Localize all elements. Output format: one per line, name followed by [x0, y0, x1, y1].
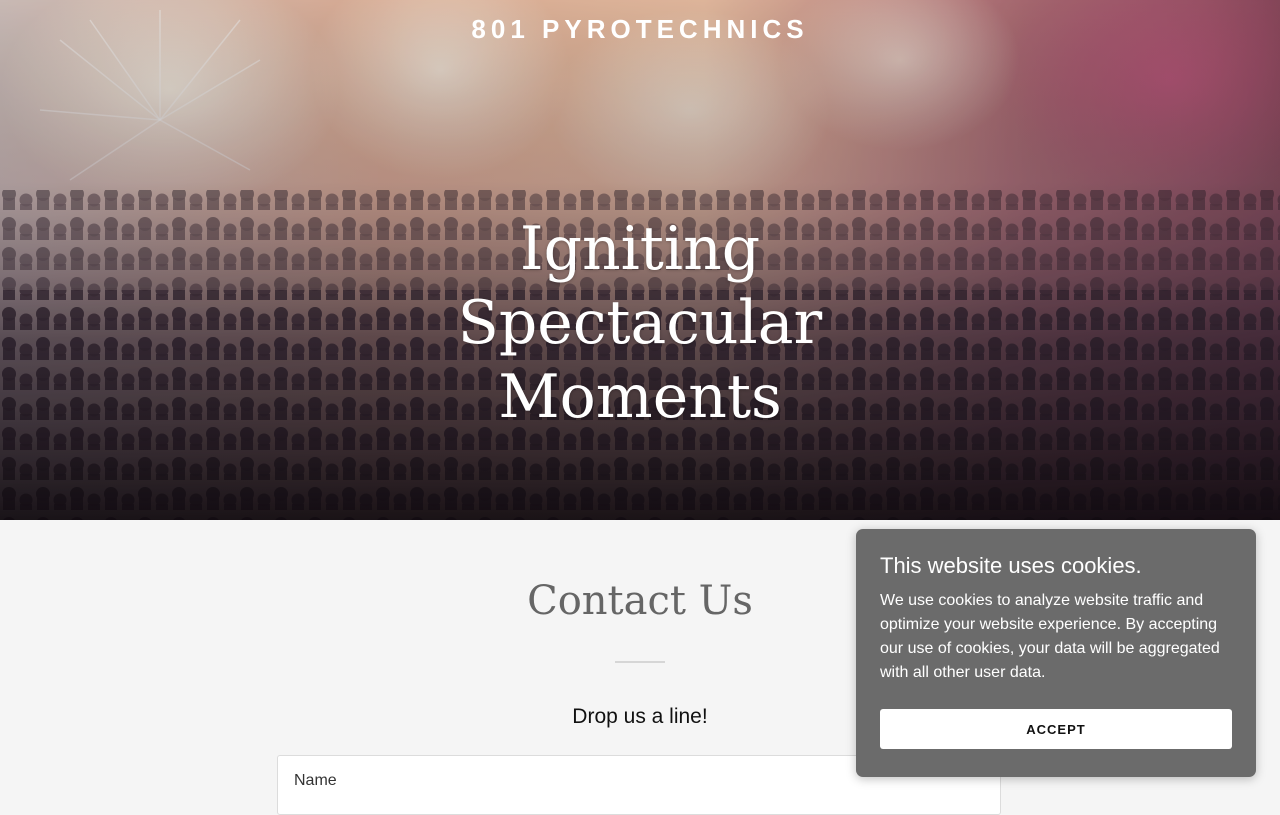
cookie-title: This website uses cookies. — [880, 553, 1142, 578]
section-divider — [615, 661, 665, 663]
hero-heading: Igniting Spectacular Moments — [340, 212, 940, 434]
site-title[interactable]: 801 PYROTECHNICS — [0, 14, 1280, 45]
hero-heading-line-1: Igniting Spectacular — [457, 214, 823, 358]
name-field-label: Name — [294, 772, 337, 789]
accept-cookies-button[interactable]: ACCEPT — [880, 709, 1232, 749]
hero-section: 801 PYROTECHNICS Igniting Spectacular Mo… — [0, 0, 1280, 520]
cookie-consent-popup: This website uses cookies. We use cookie… — [856, 529, 1256, 777]
cookie-text: We use cookies to analyze website traffi… — [880, 592, 1220, 681]
hero-heading-line-2: Moments — [498, 362, 782, 432]
